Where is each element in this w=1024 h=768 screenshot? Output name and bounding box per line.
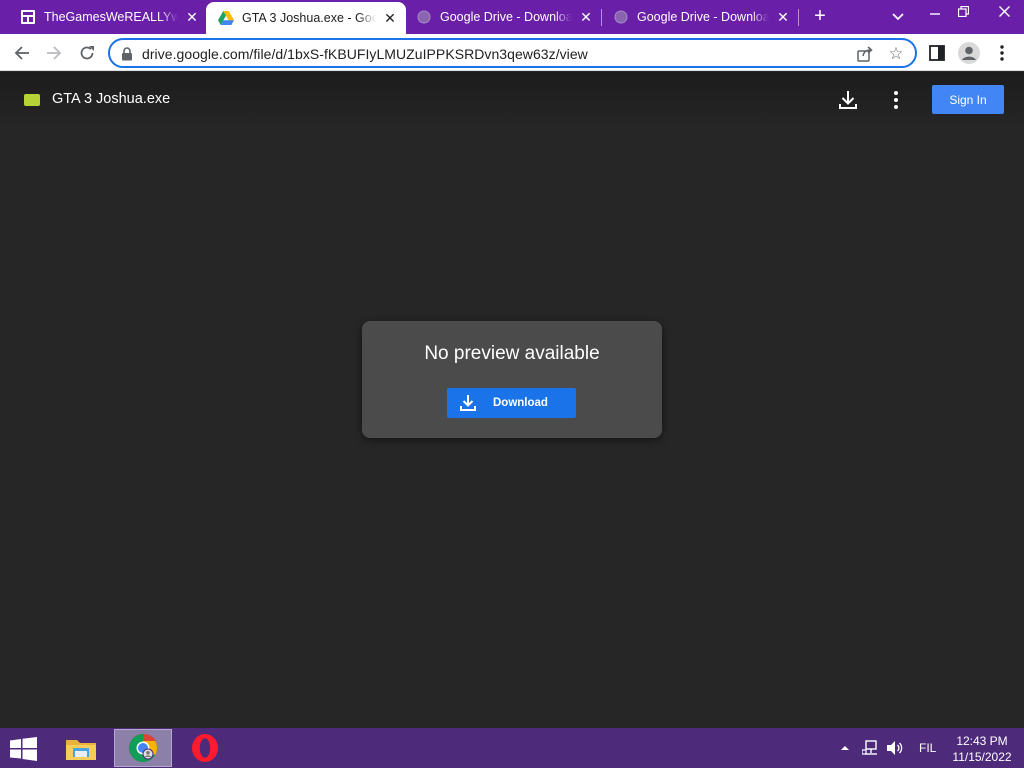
tab-title: Google Drive - Download (637, 10, 769, 24)
volume-icon[interactable] (886, 728, 904, 768)
tab-drive-download-2[interactable]: Google Drive - Download ✕ (601, 0, 799, 34)
address-bar[interactable]: drive.google.com/file/d/1bxS-fKBUFIyLMUZ… (108, 38, 917, 68)
share-icon[interactable] (856, 45, 874, 63)
no-preview-card: No preview available Download (362, 321, 662, 438)
close-icon[interactable]: ✕ (382, 10, 398, 26)
back-arrow-icon[interactable] (9, 40, 35, 66)
download-button[interactable]: Download (447, 388, 576, 418)
file-name: GTA 3 Joshua.exe (52, 91, 171, 107)
no-preview-message: No preview available (424, 343, 600, 364)
system-clock[interactable]: 12:43 PM 11/15/2022 (944, 733, 1020, 765)
windows-start-icon[interactable] (10, 737, 38, 761)
tab-title: Google Drive - Download (440, 10, 572, 24)
close-icon[interactable]: ✕ (775, 9, 791, 25)
tab-gta3-drive[interactable]: GTA 3 Joshua.exe - Google Drive ✕ (206, 2, 406, 34)
tab-title: GTA 3 Joshua.exe - Google Drive (242, 11, 376, 25)
bookmark-star-icon[interactable]: ☆ (886, 44, 906, 64)
clock-date: 11/15/2022 (952, 750, 1012, 764)
sign-in-button[interactable]: Sign In (932, 85, 1004, 114)
network-icon[interactable] (862, 728, 880, 768)
globe-icon (416, 9, 432, 25)
minimize-icon[interactable] (920, 0, 950, 22)
download-icon[interactable] (836, 88, 860, 112)
profile-avatar-icon[interactable] (958, 42, 980, 64)
close-icon[interactable]: ✕ (578, 9, 594, 25)
blog-icon (20, 9, 36, 25)
tab-thegames[interactable]: TheGamesWeREALLYwant ✕ (8, 0, 208, 34)
new-tab-button[interactable]: + (808, 5, 832, 29)
forward-arrow-icon[interactable] (41, 40, 67, 66)
tab-drive-download-1[interactable]: Google Drive - Download ✕ (404, 0, 602, 34)
opera-icon[interactable] (176, 729, 234, 767)
browser-toolbar: drive.google.com/file/d/1bxS-fKBUFIyLMUZ… (0, 34, 1024, 71)
tab-separator (798, 9, 799, 26)
chrome-icon[interactable] (114, 729, 172, 767)
drive-file-viewer: GTA 3 Joshua.exe Sign In No preview avai… (0, 72, 1024, 728)
taskbar: FIL 12:43 PM 11/15/2022 (0, 728, 1024, 768)
lock-icon[interactable] (121, 47, 133, 61)
download-icon (460, 395, 476, 411)
download-label: Download (493, 397, 548, 409)
show-hidden-icons-icon[interactable] (840, 728, 850, 768)
tab-strip: TheGamesWeREALLYwant ✕ GTA 3 Joshua.exe … (0, 0, 1024, 34)
restore-icon[interactable] (948, 0, 978, 22)
tab-title: TheGamesWeREALLYwant (44, 10, 178, 24)
globe-icon (613, 9, 629, 25)
file-explorer-icon[interactable] (52, 729, 110, 767)
reload-icon[interactable] (74, 40, 100, 66)
chevron-down-icon[interactable] (888, 7, 908, 27)
clock-time: 12:43 PM (956, 734, 1008, 748)
url-text[interactable]: drive.google.com/file/d/1bxS-fKBUFIyLMUZ… (142, 46, 588, 62)
close-icon[interactable]: ✕ (184, 9, 200, 25)
menu-kebab-icon[interactable] (991, 42, 1013, 64)
file-type-icon (24, 94, 40, 106)
viewer-header: GTA 3 Joshua.exe Sign In (0, 72, 1024, 130)
google-drive-icon (218, 10, 234, 26)
more-options-icon[interactable] (884, 88, 908, 112)
close-window-icon[interactable] (984, 0, 1024, 22)
language-indicator[interactable]: FIL (919, 728, 936, 768)
side-panel-icon[interactable] (926, 42, 948, 64)
